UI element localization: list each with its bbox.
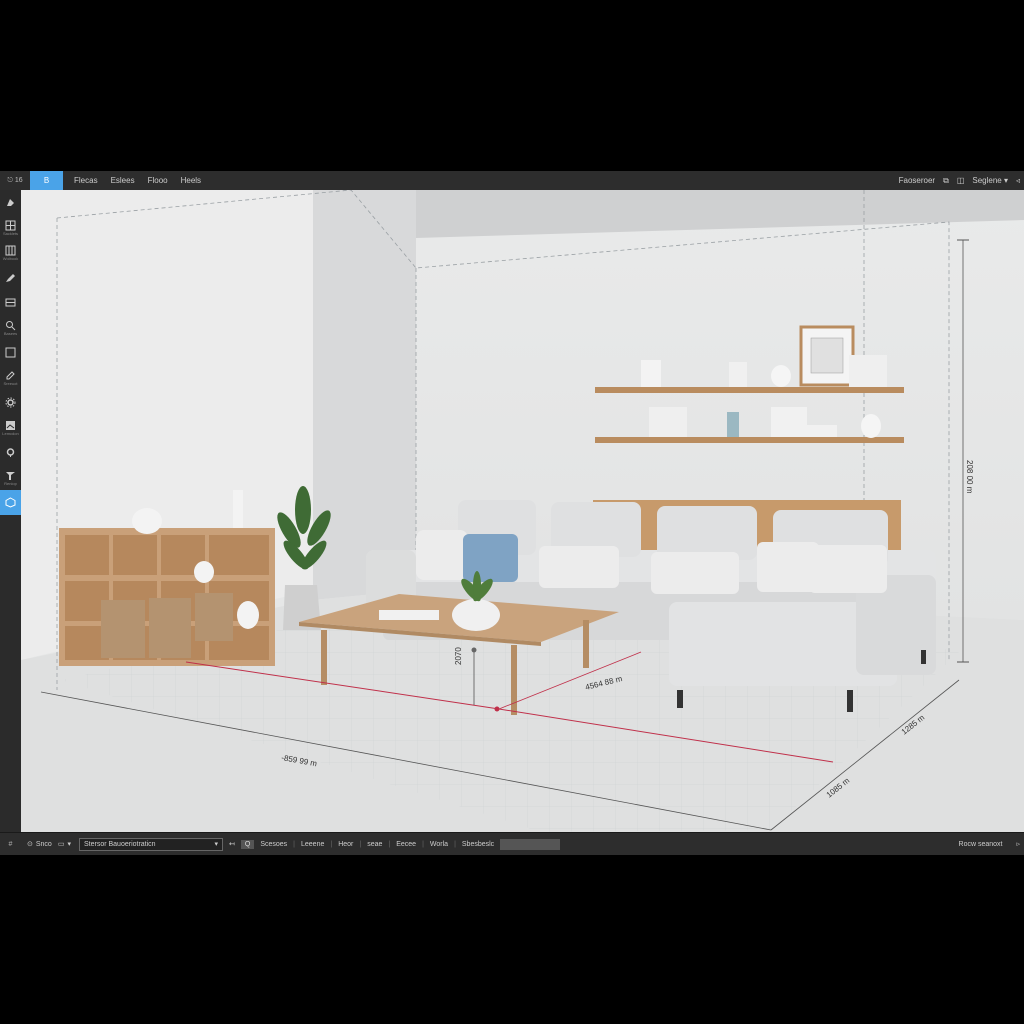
- image-icon: [6, 420, 15, 430]
- status-input[interactable]: [500, 838, 561, 850]
- frame-icon: [5, 347, 16, 358]
- tool-paint[interactable]: [0, 190, 21, 215]
- status-item[interactable]: Worla: [430, 841, 448, 848]
- status-item[interactable]: Heor: [338, 841, 353, 848]
- tool-cube[interactable]: [0, 490, 21, 515]
- chevron-down-icon: ▾: [214, 841, 218, 848]
- columns-icon: [5, 245, 16, 255]
- tool-grid[interactable]: Sacklets: [0, 215, 21, 240]
- chevron-down-icon: ▾: [67, 841, 71, 848]
- dim-marker: 2070: [454, 647, 463, 665]
- menu-item-1[interactable]: Flecas: [74, 176, 98, 185]
- view-toggle[interactable]: ▭ ▾: [58, 840, 71, 848]
- window-icon[interactable]: ⧉: [943, 176, 949, 186]
- status-item[interactable]: Scesoes: [260, 841, 287, 848]
- menu-item-3[interactable]: Flooo: [148, 176, 168, 185]
- paint-icon: [7, 199, 14, 206]
- 3d-viewport[interactable]: 208 00 m -859 99 m 4564 88 m 2070 1285 m…: [21, 190, 1024, 832]
- workspace-menu[interactable]: Faoseroer: [899, 176, 935, 185]
- edit-icon: [6, 370, 15, 379]
- tool-label: Lemcdon: [2, 430, 19, 436]
- status-item[interactable]: Leeene: [301, 841, 324, 848]
- grid-toggle-icon[interactable]: #: [0, 841, 21, 848]
- grid-icon: [5, 220, 16, 230]
- settings-icon: [6, 448, 15, 457]
- menu-item-4[interactable]: Heels: [181, 176, 201, 185]
- pen-icon: [6, 274, 15, 282]
- draft-icon: [6, 471, 15, 480]
- tool-label: Sacklets: [2, 230, 19, 236]
- tool-image[interactable]: Lemcdon: [0, 415, 21, 440]
- mode-select-value: Stersor Bauoeriotraticn: [83, 840, 156, 848]
- monitor-icon: ▭: [57, 841, 65, 848]
- settings-small-icon[interactable]: ◫: [957, 176, 965, 185]
- list-icon: [5, 298, 16, 307]
- status-right-label[interactable]: Rocw seanoxt: [959, 841, 1003, 848]
- tool-pen[interactable]: [0, 265, 21, 290]
- status-bar: # ⊙ Snco ▭ ▾ Stersor Bauoeriotraticn ▾ ↤ Q…: [0, 832, 1024, 855]
- quick-chip[interactable]: Q: [240, 839, 255, 849]
- arrow-icon[interactable]: ↤: [229, 840, 235, 848]
- menu-item-2[interactable]: Eslees: [111, 176, 135, 185]
- tool-gear[interactable]: [0, 390, 21, 415]
- left-toolbar: Sacklets Wolbook Basees Sreeuot Lemcdon Renio…: [0, 190, 22, 832]
- tool-edit[interactable]: Sreeuot: [0, 365, 21, 390]
- tool-columns[interactable]: Wolbook: [0, 240, 21, 265]
- tool-search[interactable]: Basees: [0, 315, 21, 340]
- search-icon: [6, 320, 16, 330]
- app-window: ⎋ 16 B Flecas Eslees Flooo Heels Faosero…: [0, 171, 1024, 855]
- app-id-label: ⎋ 16: [7, 176, 23, 184]
- tool-label: Basees: [3, 330, 18, 336]
- active-workspace-tab[interactable]: B: [30, 171, 63, 190]
- tool-label: Wolbook: [2, 255, 19, 261]
- tool-draft[interactable]: Reniop: [0, 465, 21, 490]
- room-render: 208 00 m -859 99 m 4564 88 m 2070 1285 m…: [21, 190, 1024, 832]
- cube-icon: [5, 497, 16, 508]
- status-item[interactable]: Sbesbeslc: [462, 841, 494, 848]
- mode-select[interactable]: Stersor Bauoeriotraticn ▾: [78, 837, 223, 851]
- region-menu[interactable]: Seglene ▾: [972, 176, 1008, 185]
- gear-icon: [5, 397, 16, 408]
- tool-settings[interactable]: [0, 440, 21, 465]
- tool-label: Reniop: [4, 480, 17, 486]
- menu-bar: ⎋ 16 B Flecas Eslees Flooo Heels Faosero…: [0, 171, 1024, 191]
- status-item[interactable]: Eecee: [396, 841, 416, 848]
- tool-frame[interactable]: [0, 340, 21, 365]
- status-item[interactable]: seae: [367, 841, 382, 848]
- dim-height: 208 00 m: [965, 460, 974, 494]
- status-items: Scesoes | Leeene | Heor | seae | Eecee | Worl…: [260, 840, 495, 848]
- snap-icon: ⊙: [27, 841, 33, 848]
- pillar: [313, 190, 416, 600]
- tool-list[interactable]: [0, 290, 21, 315]
- collapse-panel-icon[interactable]: ▹: [1016, 840, 1020, 848]
- snap-toggle[interactable]: ⊙ Snco: [27, 840, 52, 849]
- collapse-icon[interactable]: ◃: [1016, 176, 1020, 185]
- tool-label: Sreeuot: [3, 380, 18, 386]
